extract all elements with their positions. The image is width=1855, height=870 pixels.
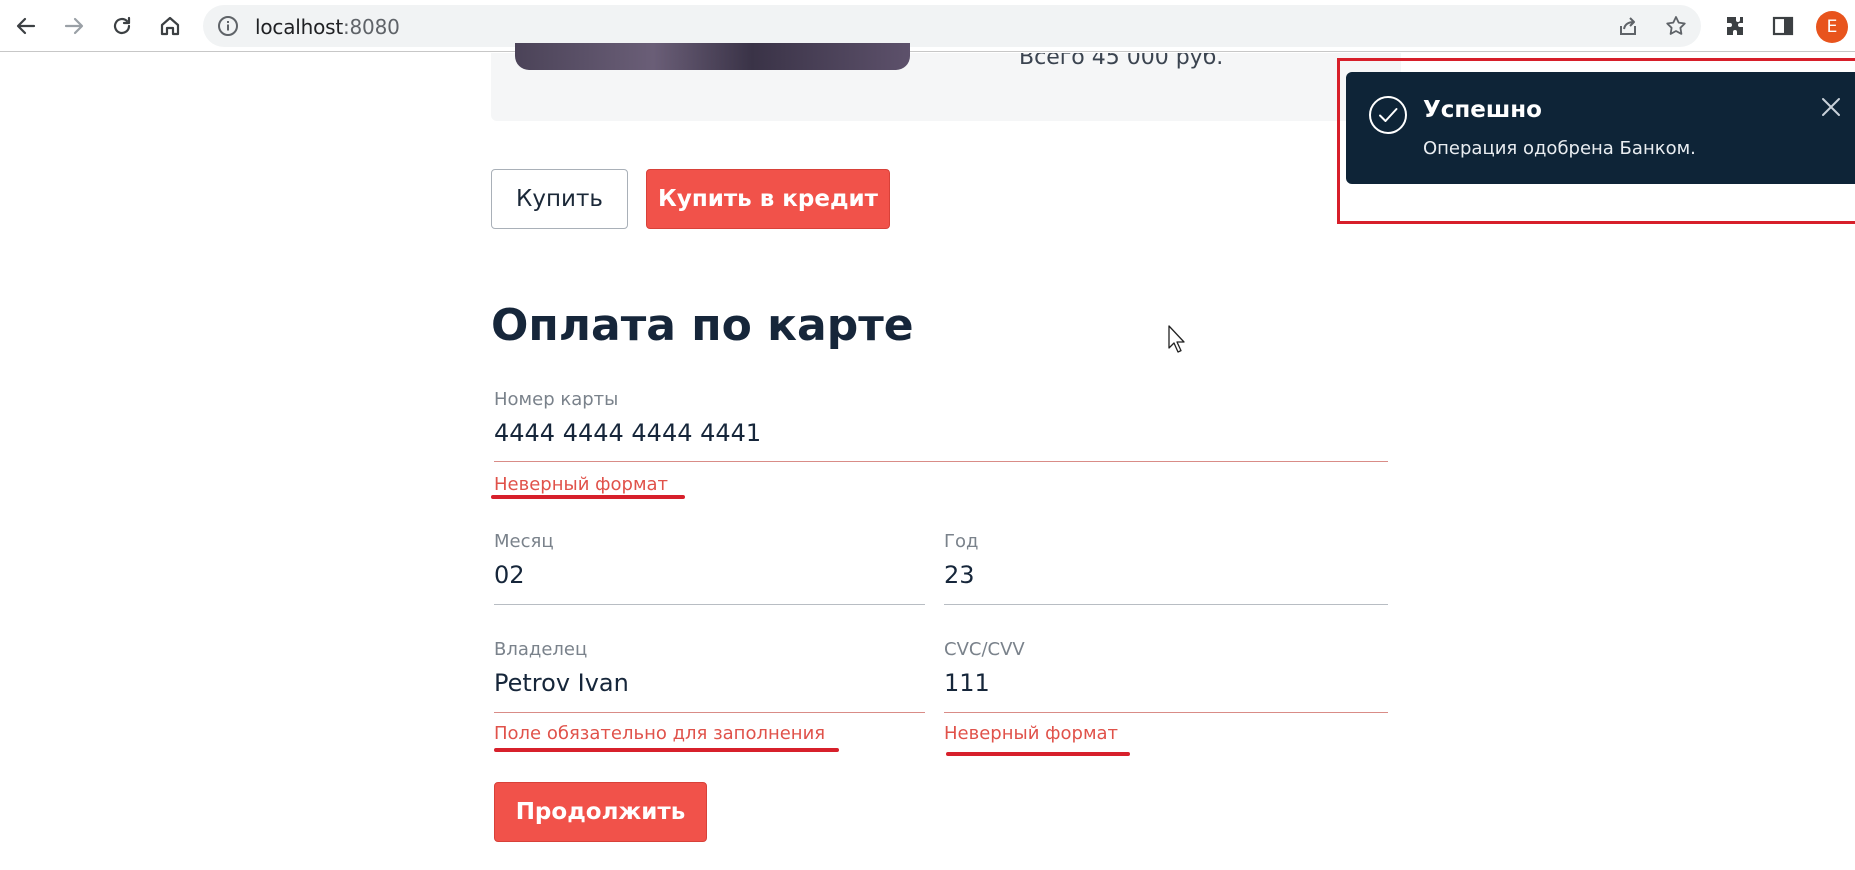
address-bar[interactable]: localhost:8080 [203,5,1701,47]
profile-avatar[interactable]: E [1816,11,1848,43]
toast-title: Успешно [1423,97,1542,123]
buy-credit-button[interactable]: Купить в кредит [646,169,890,229]
annotation-underline-owner-error [494,748,839,752]
mouse-cursor-icon [1168,325,1185,353]
product-image [515,43,910,70]
product-card: Всего 45 000 руб. [491,43,1401,121]
close-icon[interactable] [1820,96,1842,118]
check-circle-icon [1369,96,1407,134]
site-info-icon[interactable] [217,15,239,37]
cvc-error: Неверный формат [944,723,1119,744]
url-host: localhost [255,15,343,39]
arrow-right-icon [64,17,84,35]
reload-button[interactable] [104,8,140,44]
card-number-input[interactable]: 4444 4444 4444 4441 [494,419,761,447]
share-icon[interactable] [1616,14,1640,38]
home-icon [160,16,180,36]
year-field[interactable]: Год 23 [944,531,1388,605]
side-panel-icon[interactable] [1771,14,1795,38]
bookmark-star-icon[interactable] [1664,14,1688,38]
year-input[interactable]: 23 [944,561,975,589]
extensions-icon[interactable] [1723,14,1747,38]
month-label: Месяц [494,531,554,552]
cvc-label: CVC/CVV [944,639,1025,660]
arrow-left-icon [16,17,36,35]
continue-button[interactable]: Продолжить [494,782,707,842]
browser-toolbar: localhost:8080 E [0,0,1855,52]
month-underline [494,604,925,605]
success-toast: Успешно Операция одобрена Банком. [1346,72,1855,184]
cvc-field[interactable]: CVC/CVV 111 [944,639,1388,713]
card-number-field[interactable]: Номер карты 4444 4444 4444 4441 [494,389,1388,462]
url-port: :8080 [342,15,400,39]
month-field[interactable]: Месяц 02 [494,531,925,605]
reload-icon [113,16,131,35]
card-number-underline [494,461,1388,462]
owner-label: Владелец [494,639,588,660]
home-button[interactable] [152,8,188,44]
forward-button[interactable] [56,8,92,44]
card-number-error: Неверный формат [494,474,669,495]
owner-underline [494,712,925,713]
cvc-underline [944,712,1388,713]
toast-message: Операция одобрена Банком. [1423,138,1696,159]
url-text[interactable]: localhost:8080 [255,15,400,39]
annotation-underline-cvc-error [946,752,1130,756]
cvc-input[interactable]: 111 [944,669,990,697]
owner-error: Поле обязательно для заполнения [494,723,826,744]
owner-input[interactable]: Petrov Ivan [494,669,629,697]
payment-section-title: Оплата по карте [491,300,914,351]
annotation-underline-card-error [491,495,685,499]
year-label: Год [944,531,979,552]
year-underline [944,604,1388,605]
card-number-label: Номер карты [494,389,619,410]
owner-field[interactable]: Владелец Petrov Ivan [494,639,925,713]
back-button[interactable] [8,8,44,44]
month-input[interactable]: 02 [494,561,525,589]
buy-button[interactable]: Купить [491,169,628,229]
